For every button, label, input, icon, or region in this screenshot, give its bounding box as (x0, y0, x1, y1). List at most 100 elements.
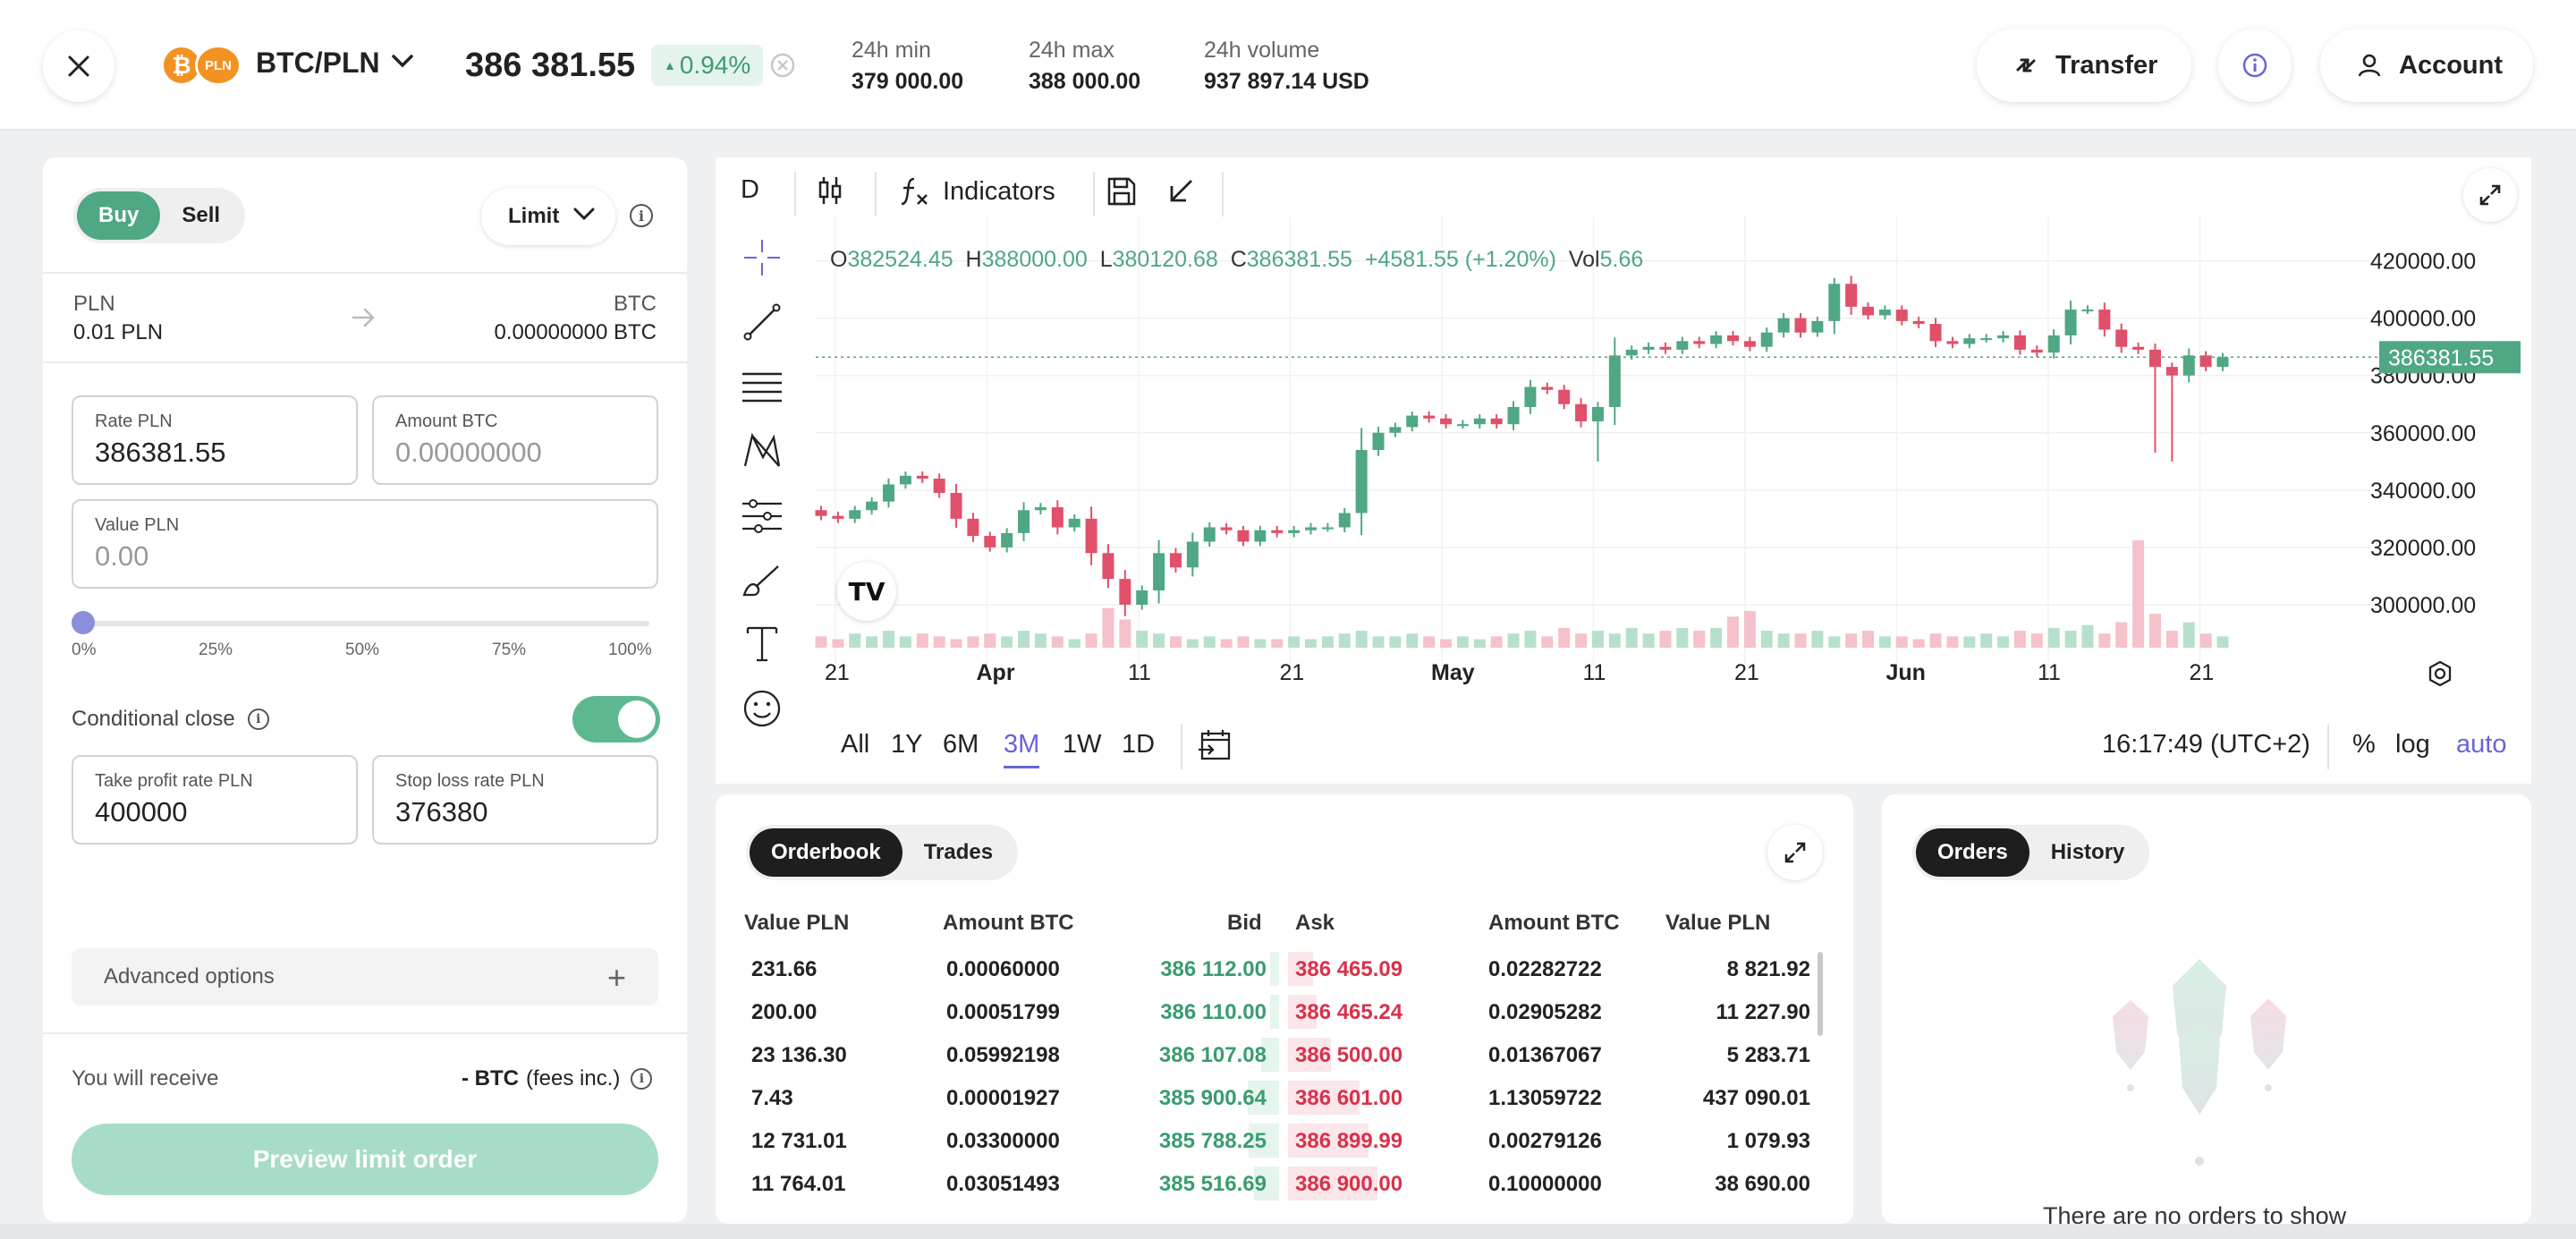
x-tick-label: Apr (977, 660, 1015, 685)
bid-amount-btc[interactable]: 0.00060000 (946, 957, 1060, 982)
amount-field[interactable]: Amount BTC 0.00000000 (372, 395, 658, 485)
ask-value-pln[interactable]: 8 821.92 (1727, 957, 1810, 982)
range-1w[interactable]: 1W (1063, 730, 1102, 760)
log-scale-toggle[interactable]: log (2395, 730, 2430, 760)
goto-date-icon[interactable] (1197, 728, 1233, 764)
text-tool[interactable] (739, 621, 785, 667)
receive-info-icon[interactable]: i (631, 1068, 653, 1090)
ask-value-pln[interactable]: 38 690.00 (1715, 1172, 1810, 1197)
bid-amount-btc[interactable]: 0.00051799 (946, 1000, 1060, 1025)
ask-price[interactable]: 386 465.24 (1295, 1000, 1402, 1025)
info-button[interactable] (2218, 29, 2292, 102)
volume-bar (2047, 627, 2060, 648)
bid-value-pln[interactable]: 11 764.01 (751, 1172, 845, 1197)
percent-scale-toggle[interactable]: % (2352, 730, 2376, 760)
amount-slider-track[interactable] (82, 621, 649, 626)
pair-selector[interactable]: BTC/PLN (256, 47, 380, 80)
candle-body (1136, 590, 1148, 605)
take-profit-field[interactable]: Take profit rate PLN 400000 (72, 755, 358, 844)
ask-amount-btc[interactable]: 0.02282722 (1488, 957, 1602, 982)
ask-amount-btc[interactable]: 0.00279126 (1488, 1129, 1602, 1154)
bid-price[interactable]: 386 110.00 (1160, 1000, 1267, 1025)
auto-scale-toggle[interactable]: auto (2456, 730, 2506, 760)
buy-tab[interactable]: Buy (77, 191, 161, 240)
volume-bar (866, 636, 878, 648)
ask-value-pln[interactable]: 11 227.90 (1716, 1000, 1810, 1025)
value-field[interactable]: Value PLN 0.00 (72, 499, 658, 589)
candle-body (1558, 389, 1571, 404)
order-type-info-icon[interactable]: i (630, 204, 653, 227)
tab-orders[interactable]: Orders (1916, 828, 2029, 877)
ask-amount-btc[interactable]: 0.10000000 (1488, 1172, 1602, 1197)
bid-price[interactable]: 385 516.69 (1159, 1172, 1267, 1197)
order-type-select[interactable]: Limit (481, 188, 615, 245)
range-1y[interactable]: 1Y (891, 730, 922, 760)
ask-amount-btc[interactable]: 0.01367067 (1488, 1043, 1602, 1068)
crosshair-tool[interactable] (739, 234, 785, 281)
volume-bar (1507, 633, 1520, 648)
bid-value-pln[interactable]: 7.43 (751, 1086, 793, 1111)
close-button[interactable] (43, 30, 114, 102)
rate-field[interactable]: Rate PLN 386381.55 (72, 395, 358, 485)
bid-amount-btc[interactable]: 0.03051493 (946, 1172, 1060, 1197)
bid-amount-btc[interactable]: 0.00001927 (946, 1086, 1060, 1111)
range-6m[interactable]: 6M (943, 730, 979, 760)
bid-price[interactable]: 385 900.64 (1159, 1086, 1267, 1111)
chevron-down-icon[interactable] (390, 52, 415, 70)
advanced-options-toggle[interactable]: Advanced options + (72, 948, 658, 1006)
candle-body (1305, 527, 1318, 530)
bid-price[interactable]: 386 107.08 (1159, 1043, 1267, 1068)
bid-value-pln[interactable]: 23 136.30 (751, 1043, 847, 1068)
range-3m[interactable]: 3M (1004, 730, 1040, 768)
ask-price[interactable]: 386 601.00 (1295, 1086, 1402, 1111)
sell-tab[interactable]: Sell (160, 191, 242, 240)
stop-loss-field[interactable]: Stop loss rate PLN 376380 (372, 755, 658, 844)
volume-bar (1591, 631, 1604, 648)
tab-history[interactable]: History (2029, 828, 2147, 877)
conditional-close-info-icon[interactable]: i (247, 709, 269, 730)
pattern-tool[interactable] (739, 428, 785, 474)
bid-value-pln[interactable]: 231.66 (751, 957, 817, 982)
ask-value-pln[interactable]: 5 283.71 (1727, 1043, 1810, 1068)
preview-order-button[interactable]: Preview limit order (72, 1124, 658, 1195)
amount-slider-thumb[interactable] (72, 611, 95, 634)
open-value: 382524.45 (847, 247, 953, 272)
favorite-icon[interactable] (769, 52, 796, 79)
trendline-tool[interactable] (739, 299, 785, 345)
bid-amount-btc[interactable]: 0.05992198 (946, 1043, 1060, 1068)
conditional-close-toggle[interactable] (572, 696, 660, 743)
ask-price[interactable]: 386 500.00 (1295, 1043, 1402, 1068)
ask-value-pln[interactable]: 1 079.93 (1727, 1129, 1810, 1154)
ask-value-pln[interactable]: 437 090.01 (1703, 1086, 1810, 1111)
volume-bar (1659, 631, 1672, 648)
bid-value-pln[interactable]: 200.00 (751, 1000, 817, 1025)
transfer-button[interactable]: Transfer (1977, 29, 2191, 102)
brush-tool[interactable] (739, 556, 785, 603)
ask-price[interactable]: 386 900.00 (1295, 1172, 1402, 1197)
projection-tool[interactable] (739, 492, 785, 539)
stat-label: 24h min (852, 38, 931, 63)
account-button[interactable]: Account (2320, 29, 2533, 102)
bid-amount-btc[interactable]: 0.03300000 (946, 1129, 1060, 1154)
candle-body (1743, 341, 1756, 347)
fib-tool[interactable] (739, 363, 785, 410)
range-1d[interactable]: 1D (1122, 730, 1155, 760)
ask-price[interactable]: 386 465.09 (1295, 957, 1402, 982)
bid-price[interactable]: 386 112.00 (1160, 957, 1267, 982)
ask-amount-btc[interactable]: 1.13059722 (1488, 1086, 1602, 1111)
tab-trades[interactable]: Trades (902, 828, 1014, 877)
bid-value-pln[interactable]: 12 731.01 (751, 1129, 847, 1154)
orderbook-expand-button[interactable] (1767, 825, 1823, 880)
ask-amount-btc[interactable]: 0.02905282 (1488, 1000, 1602, 1025)
tab-orderbook[interactable]: Orderbook (750, 828, 902, 877)
bid-price[interactable]: 385 788.25 (1159, 1129, 1267, 1154)
volume-bar (1541, 636, 1554, 648)
chart-settings-icon[interactable] (2424, 658, 2456, 691)
volume-bar (2030, 633, 2043, 648)
orderbook-scrollbar[interactable] (1818, 952, 1823, 1036)
ask-price[interactable]: 386 899.99 (1295, 1129, 1402, 1154)
volume-bar (1220, 639, 1233, 648)
range-all[interactable]: All (841, 730, 869, 760)
candle-body (2064, 310, 2077, 335)
tradingview-logo[interactable]: TV (837, 562, 896, 621)
